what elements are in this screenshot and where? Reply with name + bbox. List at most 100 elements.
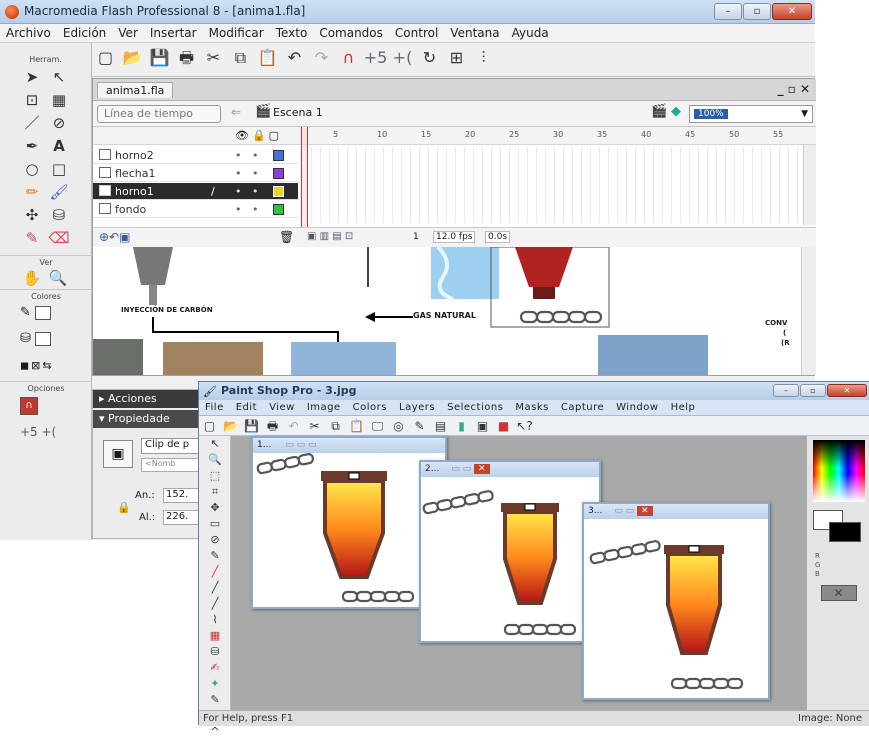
symbol-type-select[interactable]: Clip de p — [141, 438, 201, 454]
psp-menu-help[interactable]: Help — [665, 400, 702, 416]
snap-icon[interactable]: ∩ — [335, 43, 362, 73]
subselect-tool-icon[interactable]: ↖ — [46, 66, 72, 88]
print-icon[interactable]: 🖶 — [173, 43, 200, 73]
psp-picture-tube-icon[interactable]: ✍ — [199, 660, 231, 676]
image-window-titlebar[interactable]: 2... ▭ ▭ ✕ — [421, 462, 599, 477]
ink-bottle-icon[interactable]: ✣ — [19, 204, 45, 226]
zoom-select[interactable]: 100% ▼ — [689, 105, 813, 123]
fg-bg-color-swatch[interactable] — [813, 510, 863, 544]
layer-color-swatch[interactable] — [273, 168, 284, 179]
free-transform-icon[interactable]: ⊡ — [19, 89, 45, 111]
layer-color-swatch[interactable] — [273, 204, 284, 215]
delete-layer-icon[interactable]: 🗑 — [279, 230, 294, 244]
texture-swatch[interactable]: ✕ — [820, 585, 857, 601]
psp-text-icon[interactable]: ✎ — [199, 692, 231, 708]
psp-line-icon[interactable]: ^ — [199, 724, 231, 740]
width-field[interactable]: 152. — [163, 488, 199, 503]
psp-edit-icon[interactable]: ✎ — [409, 416, 430, 436]
layer-color-swatch[interactable] — [273, 186, 284, 197]
psp-menu-window[interactable]: Window — [610, 400, 664, 416]
height-field[interactable]: 226. — [163, 510, 199, 525]
image-window-1[interactable]: 1... ▭ ▭ ▭ — [251, 436, 447, 609]
psp-menu-file[interactable]: File — [199, 400, 230, 416]
pencil-tool-icon[interactable]: ✏ — [19, 181, 45, 203]
copy-icon[interactable]: ⧉ — [227, 43, 254, 73]
eraser-tool-icon[interactable]: ⌫ — [46, 227, 72, 249]
menu-texto[interactable]: Texto — [270, 24, 314, 43]
psp-replacer-icon[interactable]: ╱ — [199, 596, 231, 612]
psp-menu-capture[interactable]: Capture — [555, 400, 610, 416]
psp-airbrush-icon[interactable]: ✦ — [199, 676, 231, 692]
menu-ayuda[interactable]: Ayuda — [506, 24, 555, 43]
document-tab[interactable]: anima1.fla — [97, 82, 174, 98]
fill-color-swatch[interactable]: ⛁ — [20, 331, 91, 353]
image-window-3[interactable]: 3... ▭ ▭ ✕ — [582, 502, 770, 700]
onion-skin-icons[interactable]: ▣ ▥ ▤ ⊡ — [307, 231, 353, 242]
psp-print-icon[interactable]: 🖶 — [262, 416, 283, 436]
undo-icon[interactable]: ↶ — [281, 43, 308, 73]
color-spectrum[interactable] — [812, 440, 865, 502]
timeline-scrollbar[interactable] — [803, 145, 816, 225]
layer-row-fondo[interactable]: fondo • • — [93, 201, 298, 218]
stage-scrollbar[interactable] — [801, 247, 816, 375]
close-button[interactable]: ✕ — [772, 3, 812, 20]
image-window-buttons[interactable]: ▭ ▭ ✕ — [614, 506, 653, 516]
menu-ver[interactable]: Ver — [112, 24, 144, 43]
psp-close-button[interactable]: ✕ — [827, 384, 867, 397]
layer-visibility-icons[interactable]: 👁🔒▢ — [235, 129, 282, 142]
psp-dropper-icon[interactable]: ✎ — [199, 548, 231, 564]
psp-menu-selections[interactable]: Selections — [441, 400, 509, 416]
psp-maximize-button[interactable]: ▫ — [800, 384, 826, 397]
save-icon[interactable]: 💾 — [146, 43, 173, 73]
layer-add-icons[interactable]: ⊕↶▣ — [99, 230, 130, 244]
paste-icon[interactable]: 📋 — [254, 43, 281, 73]
eyedropper-icon[interactable]: ✎ — [19, 227, 45, 249]
psp-clone-icon[interactable]: ╱ — [199, 580, 231, 596]
zoom-tool-icon[interactable]: 🔍 — [45, 267, 71, 289]
oval-tool-icon[interactable]: ○ — [19, 158, 45, 180]
image-window-buttons[interactable]: ▭ ▭ ▭ — [285, 440, 316, 450]
psp-retouch-icon[interactable]: ⌇ — [199, 612, 231, 628]
open-folder-icon[interactable]: 📂 — [119, 43, 146, 73]
psp-histogram-icon[interactable]: ▮ — [451, 416, 472, 436]
psp-view-icon[interactable]: ◎ — [388, 416, 409, 436]
lock-icon[interactable]: 🔒 — [117, 501, 131, 514]
menu-edicion[interactable]: Edición — [57, 24, 112, 43]
lasso-tool-icon[interactable]: ⊘ — [46, 112, 72, 134]
psp-zoom-icon[interactable]: 🔍 — [199, 452, 231, 468]
frames-grid[interactable] — [303, 147, 803, 223]
menu-ventana[interactable]: Ventana — [444, 24, 505, 43]
psp-undo-icon[interactable]: ↶ — [283, 416, 304, 436]
psp-deform-icon[interactable]: ⬚ — [199, 468, 231, 484]
psp-color-icon[interactable]: ▦ — [199, 628, 231, 644]
pen-tool-icon[interactable]: ✒ — [19, 135, 45, 157]
psp-cut-icon[interactable]: ✂ — [304, 416, 325, 436]
psp-lasso-icon[interactable]: ⊘ — [199, 532, 231, 548]
psp-menu-view[interactable]: View — [263, 400, 301, 416]
psp-minimize-button[interactable]: – — [773, 384, 799, 397]
rectangle-tool-icon[interactable]: □ — [46, 158, 72, 180]
layer-row-horno2[interactable]: horno2 • • — [93, 147, 298, 164]
minimize-button[interactable]: – — [714, 3, 742, 20]
psp-crop-icon[interactable]: ⌗ — [199, 484, 231, 500]
image-window-titlebar[interactable]: 3... ▭ ▭ ✕ — [584, 504, 768, 519]
cut-icon[interactable]: ✂ — [200, 43, 227, 73]
image-window-2[interactable]: 2... ▭ ▭ ✕ — [419, 460, 601, 643]
image-window-titlebar[interactable]: 1... ▭ ▭ ▭ — [253, 438, 445, 453]
psp-select-icon[interactable]: ↖ — [199, 436, 231, 452]
gradient-transform-icon[interactable]: ▦ — [46, 89, 72, 111]
psp-brush-icon[interactable]: ╱ — [199, 564, 231, 580]
psp-new-icon[interactable]: ▢ — [199, 416, 220, 436]
psp-menu-layers[interactable]: Layers — [393, 400, 441, 416]
psp-menu-edit[interactable]: Edit — [230, 400, 263, 416]
psp-open-icon[interactable]: 📂 — [220, 416, 241, 436]
straighten-icon[interactable]: +( — [389, 43, 416, 73]
psp-menu-masks[interactable]: Masks — [509, 400, 554, 416]
image-window-buttons[interactable]: ▭ ▭ ✕ — [451, 464, 490, 474]
psp-paste-icon[interactable]: 📋 — [346, 416, 367, 436]
text-tool-icon[interactable]: A — [46, 135, 72, 157]
color-swap-icons[interactable]: ◼⊠⇆ — [20, 359, 91, 377]
edit-symbol-icon[interactable]: ◆ — [671, 104, 681, 119]
psp-layers-icon[interactable]: ▤ — [430, 416, 451, 436]
menu-modificar[interactable]: Modificar — [203, 24, 270, 43]
